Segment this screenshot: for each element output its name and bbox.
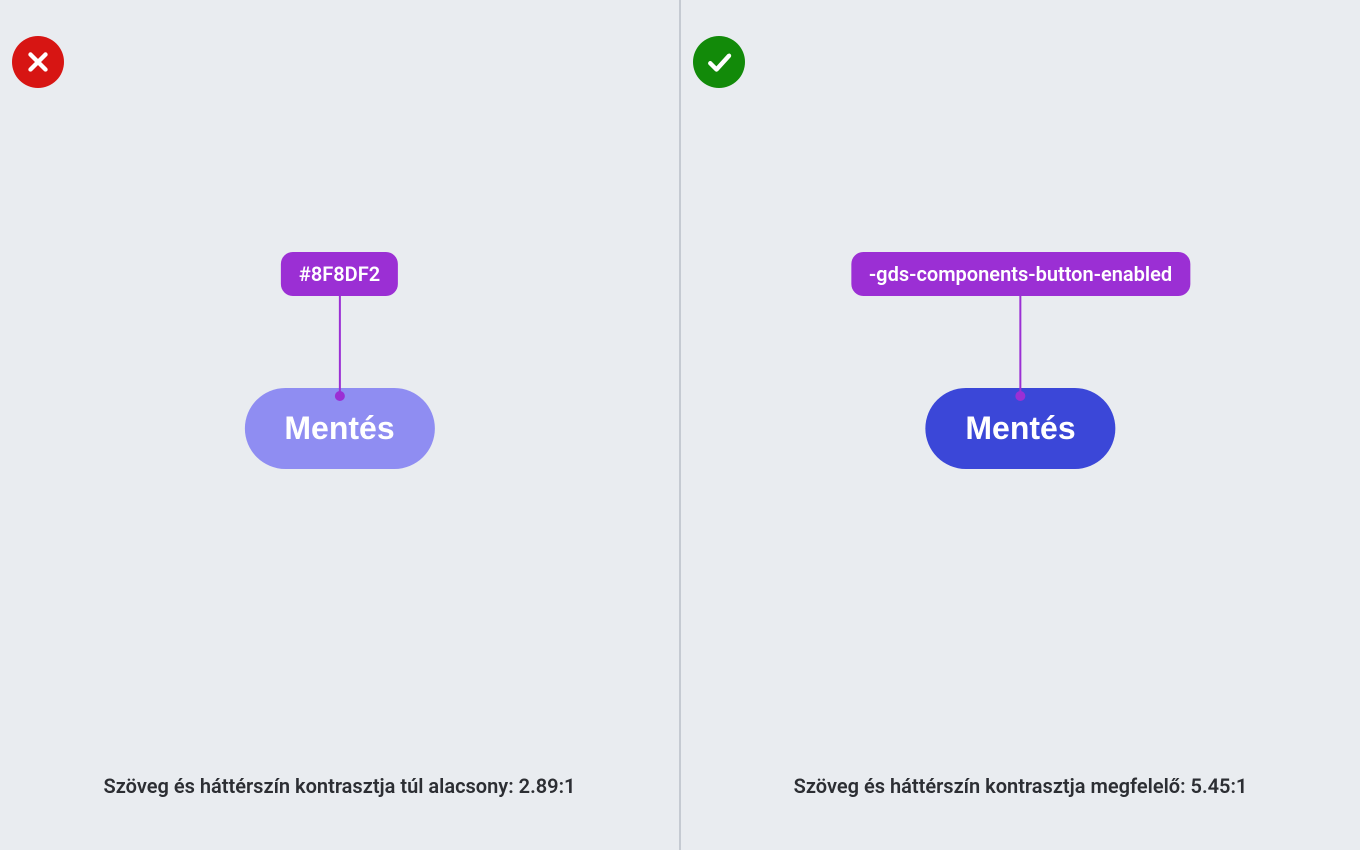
diagram-right: -gds-components-button-enabled Mentés <box>851 252 1190 469</box>
comparison-container: #8F8DF2 Mentés Szöveg és háttérszín kont… <box>0 0 1360 850</box>
panel-bad-example: #8F8DF2 Mentés Szöveg és háttérszín kont… <box>0 0 681 850</box>
design-token-label: -gds-components-button-enabled <box>851 252 1190 296</box>
connector-line <box>1019 296 1021 396</box>
success-icon <box>693 36 745 88</box>
caption-left: Szöveg és háttérszín kontrasztja túl ala… <box>0 774 679 798</box>
caption-right: Szöveg és háttérszín kontrasztja megfele… <box>681 774 1360 798</box>
color-token-label: #8F8DF2 <box>281 252 398 296</box>
connector-line <box>339 296 341 396</box>
diagram-left: #8F8DF2 Mentés <box>244 252 434 469</box>
panel-good-example: -gds-components-button-enabled Mentés Sz… <box>681 0 1360 850</box>
error-icon <box>12 36 64 88</box>
